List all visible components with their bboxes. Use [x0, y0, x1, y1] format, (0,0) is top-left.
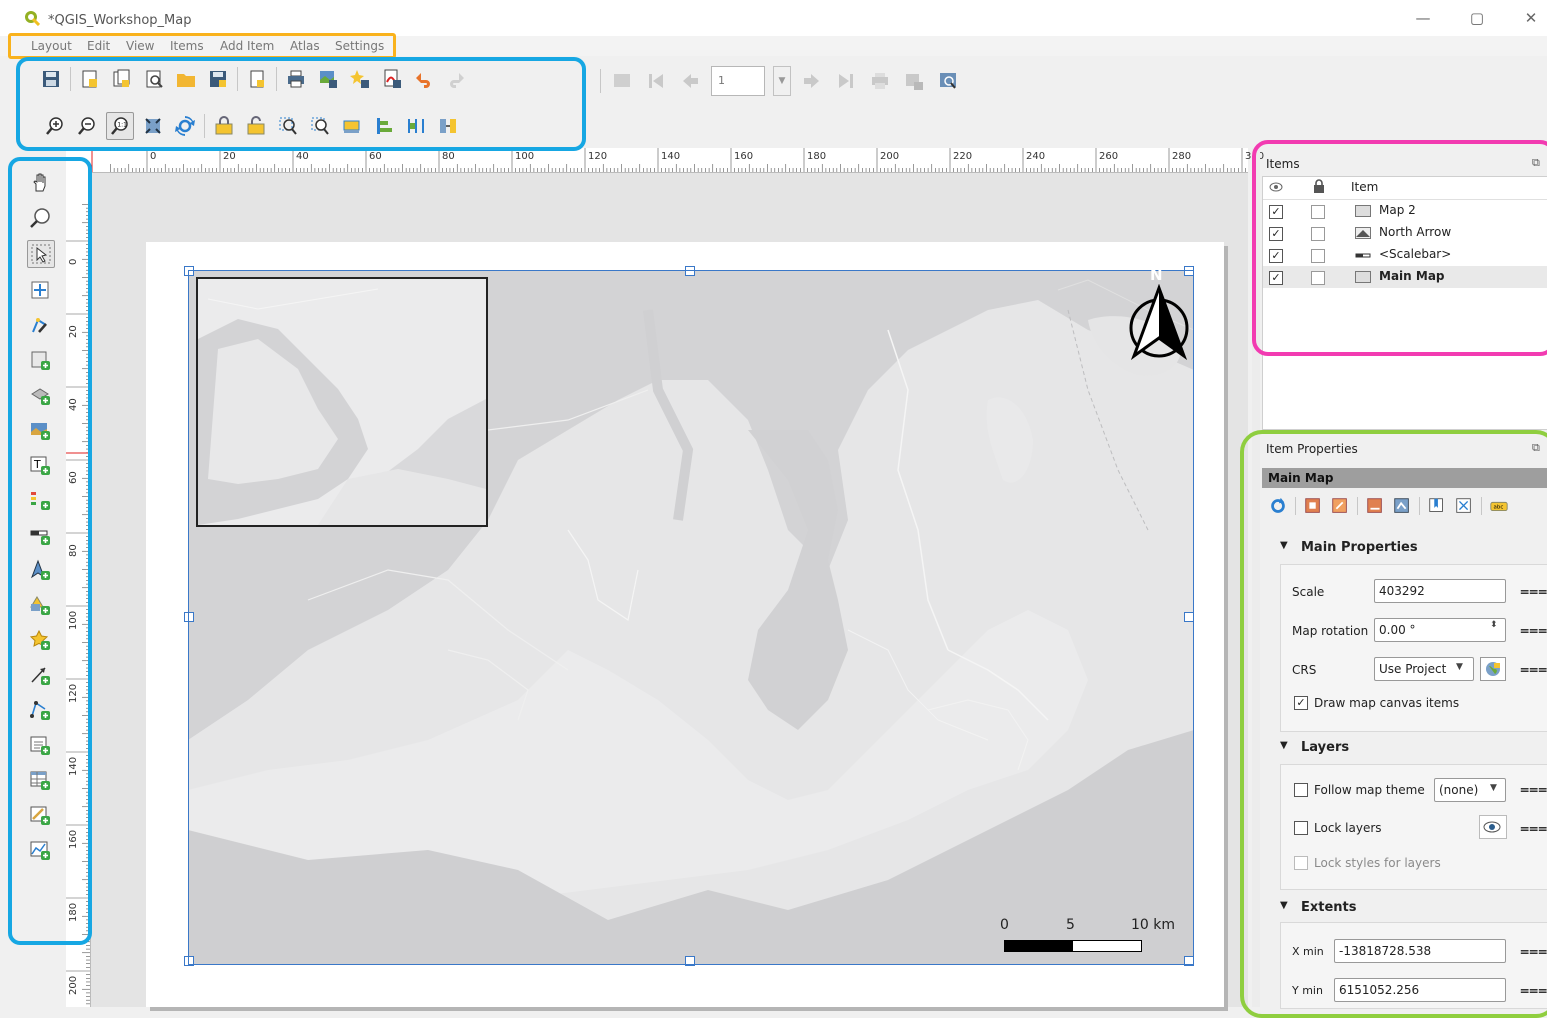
ruler-label: 120	[588, 151, 608, 162]
ruler-label: 100	[515, 151, 535, 162]
restore-button[interactable]: ▢	[1464, 8, 1490, 28]
minimize-button[interactable]: —	[1410, 8, 1436, 28]
horizontal-ruler[interactable]: 0204060801001201401601802002202402602803…	[90, 148, 1264, 173]
ruler-label: 40	[296, 151, 309, 162]
ruler-label: 0	[150, 151, 157, 162]
last-feature-icon[interactable]	[833, 68, 859, 94]
ruler-label: 220	[953, 151, 973, 162]
resize-handle[interactable]	[184, 956, 194, 966]
qgis-logo-icon	[24, 10, 41, 27]
scalebar-label-5: 5	[1066, 917, 1075, 933]
items-highlight	[1252, 140, 1547, 356]
ruler-label: 80	[442, 151, 455, 162]
first-feature-icon[interactable]	[643, 68, 669, 94]
properties-highlight	[1240, 430, 1547, 1018]
atlas-page-dropdown-icon[interactable]: ▼	[773, 66, 791, 96]
atlas-page-input[interactable]: 1	[711, 66, 765, 96]
resize-handle[interactable]	[685, 956, 695, 966]
ruler-label: 260	[1099, 151, 1119, 162]
print-atlas-icon[interactable]	[867, 68, 893, 94]
toolbox-highlight	[8, 157, 92, 945]
scalebar-label-10: 10 km	[1131, 917, 1176, 933]
ruler-label: 280	[1172, 151, 1192, 162]
ruler-label: 20	[223, 151, 236, 162]
ruler-label: 160	[734, 151, 754, 162]
title-bar	[0, 0, 1547, 36]
atlas-preview-icon[interactable]	[609, 68, 635, 94]
previous-feature-icon[interactable]	[677, 68, 703, 94]
ruler-label: 200	[68, 975, 79, 995]
scalebar[interactable]	[1004, 940, 1142, 952]
scalebar-label-0: 0	[1000, 917, 1009, 933]
resize-handle[interactable]	[1184, 266, 1194, 276]
next-feature-icon[interactable]	[799, 68, 825, 94]
resize-handle[interactable]	[685, 266, 695, 276]
window-title: *QGIS_Workshop_Map	[48, 13, 192, 28]
resize-handle[interactable]	[1184, 956, 1194, 966]
ruler-label: 240	[1026, 151, 1046, 162]
ruler-label: 200	[880, 151, 900, 162]
toolbar-highlight	[16, 57, 586, 151]
ruler-label: 140	[661, 151, 681, 162]
inset-map-item[interactable]	[196, 277, 488, 527]
resize-handle[interactable]	[1184, 612, 1194, 622]
atlas-toolbar: 1 ▼	[600, 66, 961, 96]
export-atlas-icon[interactable]	[901, 68, 927, 94]
resize-handle[interactable]	[184, 612, 194, 622]
atlas-settings-icon[interactable]	[935, 68, 961, 94]
close-button[interactable]: ✕	[1518, 8, 1544, 28]
north-arrow-label: N	[1150, 266, 1163, 284]
menu-highlight	[8, 33, 396, 59]
resize-handle[interactable]	[184, 266, 194, 276]
north-arrow-icon[interactable]	[1126, 283, 1192, 361]
ruler-label: 60	[369, 151, 382, 162]
ruler-label: 180	[807, 151, 827, 162]
toolbar-separator	[600, 69, 601, 93]
